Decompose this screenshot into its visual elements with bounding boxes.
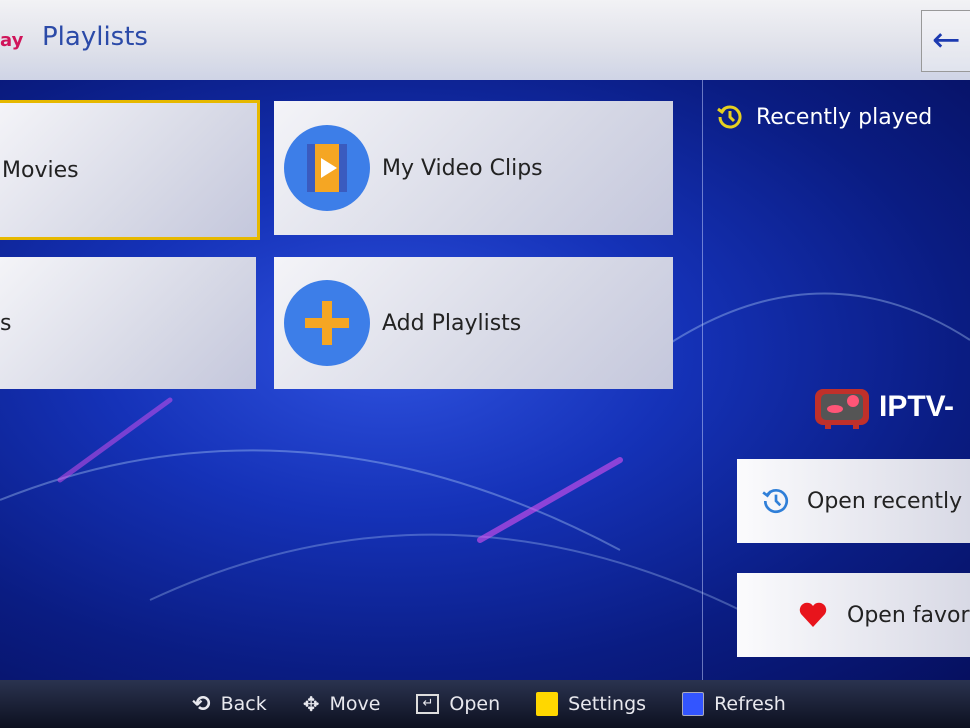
open-recently-label: Open recently [807, 488, 963, 514]
brand-fragment: ay [0, 30, 24, 51]
blue-key-icon [682, 692, 705, 716]
open-recently-button[interactable]: Open recently [737, 459, 970, 543]
video-clip-icon [284, 125, 370, 211]
back-button[interactable]: ← [921, 10, 970, 72]
hint-label: Refresh [714, 693, 786, 715]
tile-label: Movies [2, 157, 79, 183]
plus-icon [284, 280, 370, 366]
hint-settings[interactable]: Settings [536, 692, 646, 716]
tv-logo-icon [815, 389, 869, 429]
header: ay Playlists ← [0, 0, 970, 80]
tile-label: My Video Clips [382, 155, 543, 181]
yellow-key-icon [536, 692, 559, 716]
hint-label: Open [449, 693, 501, 715]
hint-open[interactable]: ↵ Open [416, 693, 500, 715]
tile-movies[interactable]: Movies [0, 100, 260, 240]
hint-refresh[interactable]: Refresh [682, 692, 786, 716]
page-title: Playlists [42, 22, 148, 52]
tile-label: s [0, 310, 12, 336]
logo-text: IPTV- [879, 390, 955, 423]
undo-icon: ⟲ [192, 691, 211, 717]
divider [702, 80, 703, 680]
tile-my-video-clips[interactable]: My Video Clips [274, 101, 673, 235]
history-icon [717, 105, 742, 129]
recently-played-label: Recently played [756, 104, 933, 130]
tile-label: Add Playlists [382, 310, 522, 336]
history-icon [762, 488, 789, 514]
arrow-left-icon: ← [932, 20, 961, 60]
recently-played-heading: Recently played [716, 103, 932, 131]
open-favorites-button[interactable]: Open favor [737, 573, 970, 657]
hint-label: Move [329, 693, 381, 715]
hint-move[interactable]: ✥ Move [303, 692, 381, 716]
footer-hints: ⟲ Back ✥ Move ↵ Open Settings Refresh [0, 680, 970, 728]
tile-add-playlists[interactable]: Add Playlists [274, 257, 673, 389]
app-logo: IPTV- [813, 383, 970, 431]
hint-label: Back [220, 693, 267, 715]
enter-icon: ↵ [416, 694, 440, 714]
tile-partial[interactable]: s [0, 257, 256, 389]
dpad-icon: ✥ [302, 692, 320, 716]
hint-label: Settings [568, 693, 647, 715]
open-favorites-label: Open favor [847, 602, 970, 628]
heart-icon [799, 602, 827, 627]
hint-back[interactable]: ⟲ Back [192, 692, 267, 717]
